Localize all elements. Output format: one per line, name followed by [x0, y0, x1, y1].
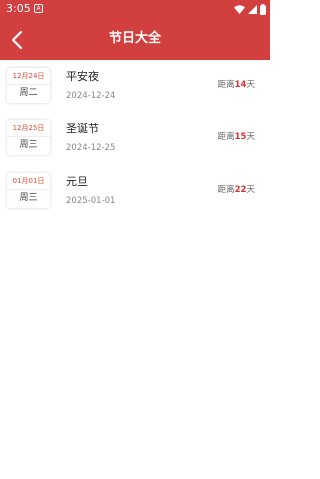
battery-icon [260, 3, 266, 15]
date-weekday: 周三 [19, 193, 38, 203]
back-button[interactable] [8, 28, 28, 52]
countdown-suffix: 天 [246, 132, 255, 142]
notification-icon: A [34, 4, 43, 13]
countdown-days: 15 [234, 132, 247, 142]
date-month-day: 12月25日 [12, 124, 45, 132]
holiday-row[interactable]: 12月24日 周二 平安夜 2024-12-24 距离14天 [0, 60, 270, 110]
date-divider [7, 136, 50, 137]
date-divider [7, 84, 50, 85]
holiday-date: 2025-01-01 [66, 196, 116, 206]
countdown-prefix: 距离 [217, 185, 235, 195]
signal-icon [248, 4, 257, 14]
countdown: 距离15天 [218, 132, 255, 143]
wifi-icon [234, 4, 245, 14]
holiday-date: 2024-12-24 [66, 91, 116, 101]
holiday-name: 平安夜 [66, 70, 99, 83]
chevron-left-icon [11, 30, 23, 50]
status-bar: 3:05 A [0, 0, 270, 18]
countdown-days: 22 [234, 185, 247, 195]
holiday-row[interactable]: 01月01日 周三 元旦 2025-01-01 距离22天 [0, 165, 270, 215]
app-header: 3:05 A 节日大全 [0, 0, 270, 60]
holiday-row[interactable]: 12月25日 周三 圣诞节 2024-12-25 距离15天 [0, 112, 270, 162]
nav-bar: 节日大全 [0, 22, 270, 58]
countdown: 距离14天 [218, 80, 255, 91]
holiday-name: 元旦 [66, 175, 88, 188]
date-weekday: 周三 [19, 140, 38, 150]
date-month-day: 12月24日 [12, 72, 45, 80]
page-title: 节日大全 [108, 31, 161, 46]
date-card: 12月25日 周三 [7, 120, 50, 155]
holiday-date: 2024-12-25 [66, 143, 116, 153]
status-icons [234, 3, 266, 15]
date-card: 12月24日 周二 [7, 68, 50, 103]
countdown: 距离22天 [218, 185, 255, 196]
countdown-suffix: 天 [246, 185, 255, 195]
countdown-suffix: 天 [246, 80, 255, 90]
date-divider [7, 189, 50, 190]
date-weekday: 周二 [19, 88, 38, 98]
status-time: 3:05 [6, 2, 31, 15]
countdown-prefix: 距离 [217, 132, 235, 142]
holiday-name: 圣诞节 [66, 122, 99, 135]
countdown-prefix: 距离 [217, 80, 235, 90]
date-month-day: 01月01日 [12, 177, 45, 185]
date-card: 01月01日 周三 [7, 173, 50, 208]
countdown-days: 14 [234, 80, 247, 90]
